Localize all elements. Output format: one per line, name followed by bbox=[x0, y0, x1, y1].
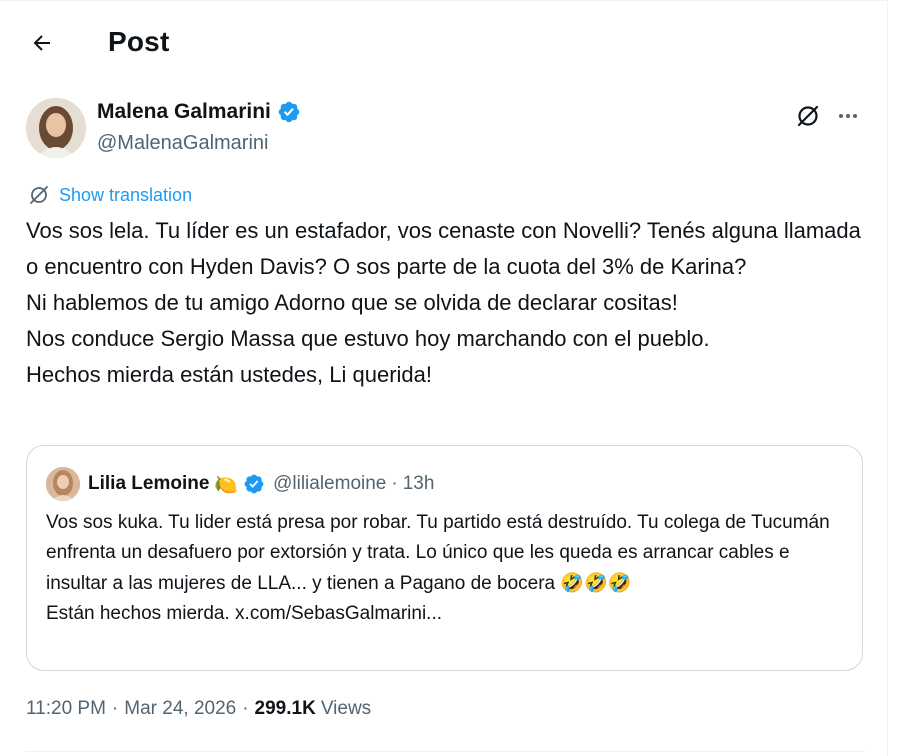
header: Post bbox=[0, 1, 888, 83]
post-paragraph: Ni hablemos de tu amigo Adorno que se ol… bbox=[26, 290, 678, 315]
post-text: Vos sos lela. Tu líder es un estafador, … bbox=[26, 213, 871, 393]
post-date[interactable]: Mar 24, 2026 bbox=[124, 698, 236, 720]
verified-badge-icon bbox=[278, 101, 300, 123]
post-detail-panel: Post Malena Galmarini @MalenaGalmarini S… bbox=[0, 0, 888, 756]
post-time[interactable]: 11:20 PM bbox=[26, 698, 106, 720]
lemon-emoji: 🍋 bbox=[214, 473, 239, 496]
author-name[interactable]: Malena Galmarini bbox=[97, 100, 271, 124]
grok-button[interactable] bbox=[792, 100, 824, 132]
post-author: Malena Galmarini @MalenaGalmarini bbox=[26, 98, 866, 160]
laughing-emoji: 🤣🤣🤣 bbox=[560, 572, 632, 594]
quoted-post-text: Vos sos kuka. Tu lider está presa por ro… bbox=[46, 508, 846, 629]
quoted-post-time[interactable]: 13h bbox=[403, 473, 435, 495]
quoted-author-name[interactable]: Lilia Lemoine bbox=[88, 473, 209, 495]
quoted-author-handle: @lilialemoine bbox=[273, 473, 387, 494]
divider bbox=[26, 751, 866, 752]
verified-badge-icon bbox=[244, 474, 264, 494]
views-label: Views bbox=[320, 698, 372, 719]
separator-dot: · bbox=[391, 473, 398, 494]
author-handle[interactable]: @MalenaGalmarini bbox=[97, 132, 268, 155]
back-button[interactable] bbox=[22, 23, 62, 63]
quoted-text-line: Vos sos kuka. Tu lider está presa por ro… bbox=[46, 512, 830, 594]
author-name-row: Malena Galmarini bbox=[97, 100, 301, 124]
grok-icon bbox=[797, 105, 819, 127]
avatar-image bbox=[26, 98, 86, 158]
avatar-image bbox=[46, 467, 80, 501]
more-options-button[interactable] bbox=[832, 100, 864, 132]
post-paragraph: Hechos mierda están ustedes, Li querida! bbox=[26, 362, 433, 387]
post-metadata: 11:20 PM · Mar 24, 2026 · 299.1K Views bbox=[26, 698, 371, 720]
page-title: Post bbox=[108, 26, 170, 57]
quoted-text-line: Están hechos mierda. x.com/SebasGalmarin… bbox=[46, 603, 443, 624]
arrow-left-icon bbox=[33, 35, 50, 51]
views-count: 299.1K bbox=[254, 698, 316, 719]
show-translation-link[interactable]: Show translation bbox=[28, 184, 192, 206]
translate-icon bbox=[30, 186, 48, 204]
quoted-author-avatar[interactable] bbox=[46, 467, 80, 501]
post-paragraph: Nos conduce Sergio Massa que estuvo hoy … bbox=[26, 326, 710, 351]
quoted-paragraph: Vos sos kuka. Tu lider está presa por ro… bbox=[46, 508, 846, 599]
more-dots-icon bbox=[839, 114, 857, 118]
show-translation-label: Show translation bbox=[59, 184, 193, 205]
quoted-post-header: Lilia Lemoine 🍋 @lilialemoine · 13h bbox=[46, 467, 434, 501]
separator-dot: · bbox=[111, 698, 119, 719]
post-paragraph: Vos sos lela. Tu líder es un estafador, … bbox=[26, 218, 861, 279]
quoted-post[interactable]: Lilia Lemoine 🍋 @lilialemoine · 13h Vos … bbox=[26, 445, 863, 671]
separator-dot: · bbox=[242, 698, 249, 719]
author-avatar[interactable] bbox=[26, 98, 86, 158]
